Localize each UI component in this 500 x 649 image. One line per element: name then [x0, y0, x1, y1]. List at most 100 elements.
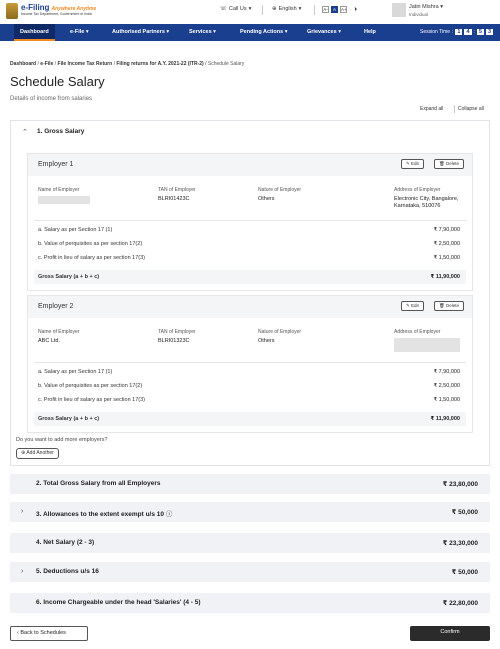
- tan-label: TAN of Employer: [158, 329, 196, 335]
- nav-pending-actions[interactable]: Pending Actions ▾: [240, 24, 287, 41]
- add-more-question: Do you want to add more employers?: [16, 437, 108, 443]
- nav-help[interactable]: Help: [364, 24, 376, 41]
- edit-label: Edit: [411, 161, 419, 166]
- globe-icon: ⊕: [272, 6, 277, 12]
- phone-icon: ☏: [220, 6, 227, 12]
- breadcrumb-efile[interactable]: e-File: [40, 61, 53, 67]
- address-label: Address of Employer: [394, 187, 441, 193]
- deductions-row[interactable]: › 5. Deductions u/s 16 ₹ 50,000: [10, 562, 490, 582]
- session-timer: Session Time: 1 4 : 5 3: [420, 29, 494, 35]
- back-label: Back to Schedules: [20, 630, 66, 636]
- nav-grievances-label: Grievances: [307, 29, 337, 35]
- nav-services[interactable]: Services ▾: [189, 24, 216, 41]
- font-increase-button[interactable]: A+: [340, 6, 347, 13]
- item-label: b. Value of perquisites as per section 1…: [38, 383, 143, 389]
- chevron-down-icon: ▾: [85, 29, 89, 35]
- font-normal-button[interactable]: A: [331, 6, 338, 13]
- address-value: Electronic City, Bangalore, Karnataka, 5…: [394, 196, 459, 209]
- edit-button[interactable]: ✎ Edit: [401, 301, 424, 311]
- logo-subtitle: Income Tax Department, Government of Ind…: [21, 12, 92, 16]
- collapse-all-link[interactable]: Collapse all: [458, 106, 484, 112]
- employer-name-value: ABC Ltd.: [38, 338, 61, 344]
- session-digit: 5: [476, 29, 484, 35]
- user-role: Individual: [409, 12, 429, 17]
- delete-label: Delete: [445, 303, 459, 308]
- nature-value: Others: [258, 338, 275, 344]
- add-another-button[interactable]: ⊕ Add Another: [16, 448, 59, 459]
- item-label: a. Salary as per Section 17 (1): [38, 227, 113, 233]
- top-header: e-Filing Anywhere Anytime Income Tax Depa…: [0, 0, 500, 24]
- chevron-down-icon: ▾: [213, 29, 216, 35]
- chevron-down-icon: ▾: [440, 4, 443, 10]
- item-value: ₹ 2,50,000: [433, 241, 460, 247]
- breadcrumb-file-itr[interactable]: File Income Tax Return: [58, 61, 113, 67]
- row-label: 5. Deductions u/s 16: [36, 568, 99, 575]
- nav-efile-label: e-File: [70, 29, 85, 35]
- confirm-button[interactable]: Confirm: [410, 626, 490, 641]
- employer-name-value: [38, 196, 90, 204]
- pencil-icon: ✎: [406, 303, 410, 308]
- back-to-schedules-button[interactable]: ‹ Back to Schedules: [10, 626, 88, 641]
- address-value: [394, 338, 460, 352]
- item-value: ₹ 7,90,000: [433, 227, 460, 233]
- gross-total-value: ₹ 11,90,000: [430, 274, 460, 280]
- breadcrumb-dashboard[interactable]: Dashboard: [10, 61, 36, 67]
- nav-dashboard[interactable]: Dashboard: [14, 24, 55, 41]
- info-icon[interactable]: ⓘ: [166, 511, 173, 518]
- employer-card: Employer 1 ✎ Edit 🗑 Delete Name of Emplo…: [27, 153, 473, 291]
- employer-title: Employer 1: [38, 161, 74, 168]
- chevron-down-icon: ▾: [248, 6, 252, 12]
- session-digit: 3: [485, 29, 494, 35]
- chevron-down-icon: ▾: [298, 6, 302, 12]
- item-value: ₹ 7,90,000: [433, 369, 460, 375]
- efiling-logo[interactable]: e-Filing Anywhere Anytime Income Tax Depa…: [6, 3, 96, 19]
- contrast-icon[interactable]: ◑: [353, 6, 357, 13]
- row-label-text: 3. Allowances to the extent exempt u/s 1…: [36, 511, 164, 518]
- nature-label: Nature of Employer: [258, 187, 302, 193]
- allowances-row[interactable]: › 3. Allowances to the extent exempt u/s…: [10, 502, 490, 522]
- font-decrease-button[interactable]: A-: [322, 6, 329, 13]
- row-amount: ₹ 50,000: [451, 509, 478, 516]
- language-label: English: [278, 6, 297, 12]
- user-menu[interactable]: Jatin Mishra ▾: [409, 4, 443, 10]
- avatar[interactable]: [392, 3, 406, 17]
- nav-authorised-partners-label: Authorised Partners: [112, 29, 165, 35]
- address-label: Address of Employer: [394, 329, 441, 335]
- session-label: Session Time: [420, 29, 451, 35]
- chevron-down-icon: ▾: [338, 29, 341, 35]
- nature-value: Others: [258, 196, 275, 202]
- session-digit: 1: [455, 29, 463, 35]
- breadcrumb-filing-returns[interactable]: Filing returns for A.Y. 2021-22 (ITR-2): [116, 61, 203, 67]
- delete-button[interactable]: 🗑 Delete: [434, 159, 464, 169]
- language-selector[interactable]: ⊕ English ▾: [272, 6, 301, 12]
- nav-authorised-partners[interactable]: Authorised Partners ▾: [112, 24, 169, 41]
- delete-button[interactable]: 🗑 Delete: [434, 301, 464, 311]
- nature-label: Nature of Employer: [258, 329, 302, 335]
- pencil-icon: ✎: [406, 161, 410, 166]
- logo-title: e-Filing: [21, 3, 50, 12]
- row-amount: ₹ 23,80,000: [442, 481, 478, 488]
- call-us-link[interactable]: ☏ Call Us ▾: [220, 6, 251, 12]
- employer-name-label: Name of Employer: [38, 329, 80, 335]
- gross-total-value: ₹ 11,90,000: [430, 416, 460, 422]
- gross-total-row: Gross Salary (a + b + c) ₹ 11,90,000: [34, 412, 466, 426]
- edit-button[interactable]: ✎ Edit: [401, 159, 424, 169]
- row-label: 4. Net Salary (2 - 3): [36, 539, 95, 546]
- item-value: ₹ 1,50,000: [433, 397, 460, 403]
- call-us-label: Call Us: [228, 6, 247, 12]
- gross-salary-header[interactable]: ⌃ 1. Gross Salary: [11, 121, 489, 143]
- nav-efile[interactable]: e-File ▾: [70, 24, 89, 41]
- nav-pending-actions-label: Pending Actions: [240, 29, 284, 35]
- emblem-icon: [6, 3, 18, 19]
- tan-label: TAN of Employer: [158, 187, 196, 193]
- nav-grievances[interactable]: Grievances ▾: [307, 24, 341, 41]
- nav-services-label: Services: [189, 29, 212, 35]
- add-another-label: Add Another: [26, 450, 54, 456]
- income-chargeable-row: 6. Income Chargeable under the head 'Sal…: [10, 593, 490, 613]
- employer-name-label: Name of Employer: [38, 187, 80, 193]
- item-label: c. Profit in lieu of salary as per secti…: [38, 255, 145, 261]
- item-value: ₹ 1,50,000: [433, 255, 460, 261]
- gross-salary-section: ⌃ 1. Gross Salary Employer 1 ✎ Edit 🗑 De…: [10, 120, 490, 466]
- expand-all-link[interactable]: Expand all: [420, 106, 443, 112]
- row-amount: ₹ 50,000: [451, 569, 478, 576]
